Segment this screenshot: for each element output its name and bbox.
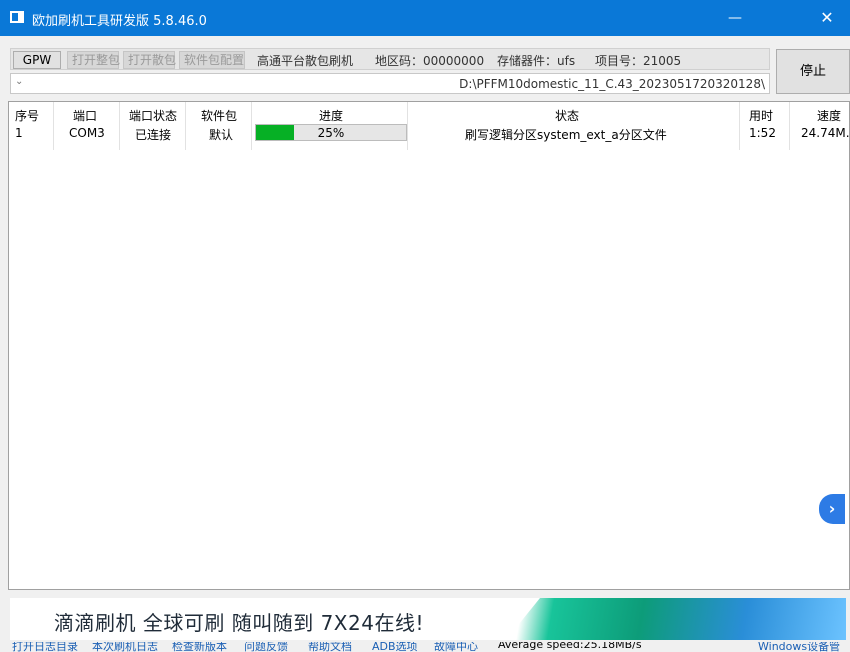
header-elapsed: 用时: [749, 109, 774, 123]
header-package: 软件包: [201, 109, 238, 123]
column-divider: [407, 102, 408, 150]
row-port-status: 已连接: [135, 128, 172, 142]
help-docs-link[interactable]: 帮助文档: [308, 642, 352, 652]
header-speed: 速度: [817, 109, 842, 123]
title-bar: 欧加刷机工具研发版 5.8.46.0 — ✕: [0, 0, 850, 36]
bottom-bar: 打开日志目录 本次刷机日志 检查新版本 问题反馈 帮助文档 ADB选项 故障中心…: [0, 642, 850, 652]
project-number-text: 项目号：21005: [595, 54, 682, 68]
row-speed: 24.74M...: [801, 126, 850, 140]
app-icon: [10, 11, 24, 23]
close-icon[interactable]: ✕: [804, 0, 850, 36]
banner-text: 滴滴刷机 全球可刷 随叫随到 7X24在线!: [54, 611, 424, 635]
column-divider: [789, 102, 790, 150]
open-scatter-package-button[interactable]: 打开散包: [123, 51, 176, 69]
stop-button[interactable]: 停止: [776, 49, 850, 94]
path-combobox[interactable]: ⌄ D:\PFFM10domestic_11_C.43_202305172032…: [10, 73, 770, 94]
header-progress: 进度: [319, 109, 344, 123]
device-manager-link[interactable]: Windows设备管: [758, 642, 840, 652]
open-log-dir-link[interactable]: 打开日志目录: [12, 642, 78, 652]
window-title: 欧加刷机工具研发版 5.8.46.0: [32, 14, 207, 29]
row-port: COM3: [69, 126, 105, 140]
storage-text: 存储器件：ufs: [497, 54, 576, 68]
feedback-link[interactable]: 问题反馈: [244, 642, 288, 652]
row-index: 1: [15, 126, 23, 140]
device-table: 序号 端口 端口状态 软件包 进度 状态 用时 速度 1 COM3 已连接 默认…: [8, 101, 850, 590]
fault-center-link[interactable]: 故障中心: [434, 642, 478, 652]
gpw-button[interactable]: GPW: [13, 51, 61, 69]
chevron-down-icon[interactable]: ⌄: [15, 76, 23, 87]
header-status: 状态: [555, 109, 580, 123]
chevron-right-icon[interactable]: ›: [819, 494, 845, 524]
header-index: 序号: [15, 109, 40, 123]
banner-art: [506, 598, 846, 640]
software-config-button[interactable]: 软件包配置: [179, 51, 245, 69]
session-log-link[interactable]: 本次刷机日志: [92, 642, 158, 652]
header-port-status: 端口状态: [129, 109, 178, 123]
open-full-package-button[interactable]: 打开整包: [67, 51, 120, 69]
column-divider: [185, 102, 186, 150]
toolbar: GPW 打开整包 打开散包 软件包配置 高通平台散包刷机 地区码：0000000…: [10, 48, 770, 70]
row-package: 默认: [209, 128, 234, 142]
progress-text: 25%: [317, 126, 345, 140]
header-port: 端口: [73, 109, 98, 123]
column-divider: [53, 102, 54, 150]
mode-text: 高通平台散包刷机: [257, 54, 354, 68]
average-speed-text: Average speed:25.18MB/s: [498, 642, 642, 651]
ad-banner[interactable]: 滴滴刷机 全球可刷 随叫随到 7X24在线!: [10, 598, 846, 640]
progress-bar: 25%: [255, 124, 407, 141]
path-text: D:\PFFM10domestic_11_C.43_20230517203201…: [459, 77, 765, 91]
minimize-icon[interactable]: —: [712, 0, 758, 36]
adb-options-link[interactable]: ADB选项: [372, 642, 418, 652]
row-elapsed: 1:52: [749, 126, 776, 140]
check-update-link[interactable]: 检查新版本: [172, 642, 227, 652]
row-status: 刷写逻辑分区system_ext_a分区文件: [465, 128, 667, 142]
column-divider: [119, 102, 120, 150]
column-divider: [251, 102, 252, 150]
region-code-text: 地区码：00000000: [375, 54, 485, 68]
column-divider: [739, 102, 740, 150]
